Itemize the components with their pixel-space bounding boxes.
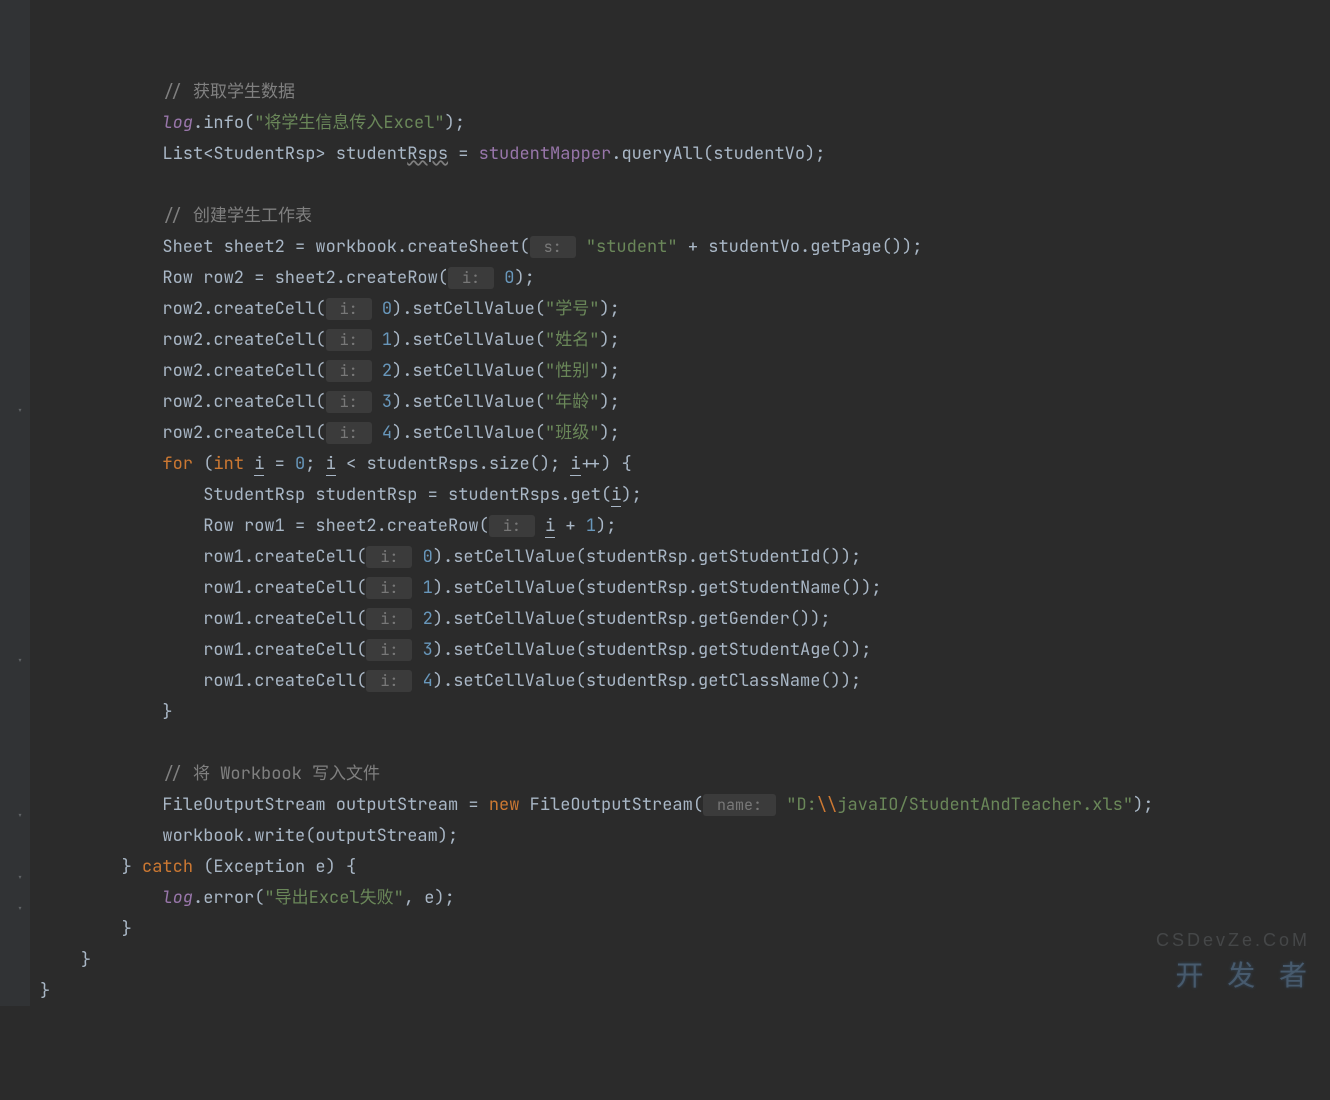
fold-marker-icon[interactable]: ▾ (17, 800, 27, 810)
watermark: 开 发 者 (1175, 960, 1315, 991)
code-line[interactable]: row2.createCell( i: 4).setCellValue("班级"… (40, 418, 1330, 449)
code-line[interactable]: } (40, 945, 1330, 976)
code-line[interactable]: log.error("导出Excel失败", e); (40, 883, 1330, 914)
code-line[interactable]: } (40, 914, 1330, 945)
code-line[interactable]: row2.createCell( i: 0).setCellValue("学号"… (40, 294, 1330, 325)
code-line[interactable]: row1.createCell( i: 4).setCellValue(stud… (40, 666, 1330, 697)
code-line[interactable]: // 将 Workbook 写入文件 (40, 759, 1330, 790)
code-line[interactable]: } (40, 697, 1330, 728)
code-line[interactable]: Sheet sheet2 = workbook.createSheet( s: … (40, 232, 1330, 263)
fold-marker-icon[interactable]: ▾ (17, 862, 27, 872)
code-line[interactable]: Row row1 = sheet2.createRow( i: i + 1); (40, 511, 1330, 542)
code-editor: ▾ ▾ ▾ ▾ ▾ // 获取学生数据 log.info("将学生信息传入Excel")… (0, 0, 1330, 1006)
line-gutter (0, 0, 15, 1006)
code-line[interactable] (40, 728, 1330, 759)
code-line[interactable]: // 创建学生工作表 (40, 201, 1330, 232)
code-line[interactable]: log.info("将学生信息传入Excel"); (40, 108, 1330, 139)
code-line[interactable]: row1.createCell( i: 0).setCellValue(stud… (40, 542, 1330, 573)
code-line[interactable]: workbook.write(outputStream); (40, 821, 1330, 852)
code-line[interactable]: row1.createCell( i: 3).setCellValue(stud… (40, 635, 1330, 666)
code-line[interactable]: row1.createCell( i: 2).setCellValue(stud… (40, 604, 1330, 635)
corner-watermark: CSDevZe.CoM (1156, 925, 1310, 956)
code-line[interactable]: row2.createCell( i: 2).setCellValue("性别"… (40, 356, 1330, 387)
code-line[interactable]: row2.createCell( i: 1).setCellValue("姓名"… (40, 325, 1330, 356)
code-line[interactable]: // 获取学生数据 (40, 77, 1330, 108)
fold-marker-icon[interactable]: ▾ (17, 645, 27, 655)
code-line[interactable]: row1.createCell( i: 1).setCellValue(stud… (40, 573, 1330, 604)
code-line[interactable] (40, 170, 1330, 201)
code-line[interactable]: } catch (Exception e) { (40, 852, 1330, 883)
fold-gutter: ▾ ▾ ▾ ▾ ▾ (15, 0, 30, 1006)
code-line[interactable]: Row row2 = sheet2.createRow( i: 0); (40, 263, 1330, 294)
code-line[interactable]: FileOutputStream outputStream = new File… (40, 790, 1330, 821)
fold-marker-icon[interactable]: ▾ (17, 893, 27, 903)
code-line[interactable]: List<StudentRsp> studentRsps = studentMa… (40, 139, 1330, 170)
fold-marker-icon[interactable]: ▾ (17, 395, 27, 405)
code-line[interactable]: } (40, 976, 1330, 1007)
code-line[interactable]: row2.createCell( i: 3).setCellValue("年龄"… (40, 387, 1330, 418)
code-area[interactable]: // 获取学生数据 log.info("将学生信息传入Excel"); List… (30, 0, 1330, 1006)
code-line[interactable]: StudentRsp studentRsp = studentRsps.get(… (40, 480, 1330, 511)
code-line[interactable]: for (int i = 0; i < studentRsps.size(); … (40, 449, 1330, 480)
